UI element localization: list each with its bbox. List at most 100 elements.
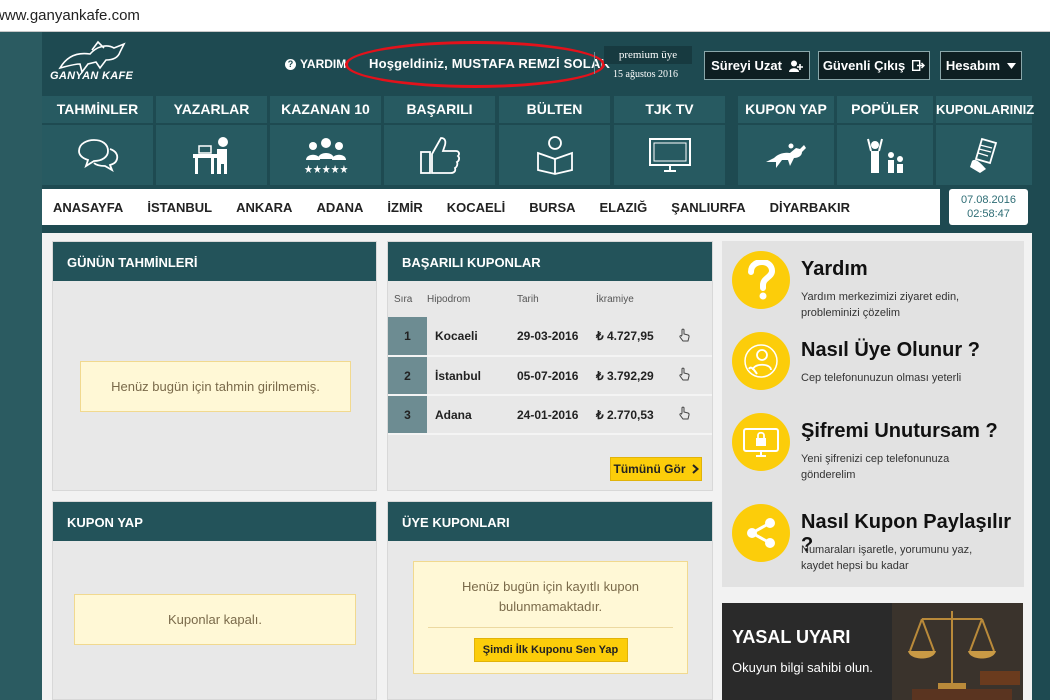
- tarih-cell: 05-07-2016: [517, 356, 596, 396]
- sidebar-item-sifre[interactable]: Şifremi Unutursam ? Yeni şifrenizi cep t…: [732, 413, 1022, 493]
- pointer-hand-icon[interactable]: [678, 356, 712, 396]
- divider: [594, 52, 595, 74]
- rank-cell: 1: [388, 317, 427, 357]
- tv-icon: [614, 125, 725, 185]
- nav-label: KAZANAN 10: [270, 96, 381, 123]
- panel-title: KUPON YAP: [53, 502, 376, 541]
- ikramiye-cell: ₺ 2.770,53: [596, 395, 678, 435]
- first-coupon-button[interactable]: Şimdi İlk Kuponu Sen Yap: [473, 638, 628, 662]
- see-all-button[interactable]: Tümünü Gör: [610, 457, 702, 481]
- nav-label: TJK TV: [614, 96, 725, 123]
- panel-title: BAŞARILI KUPONLAR: [388, 242, 712, 281]
- account-dropdown[interactable]: Hesabım: [940, 51, 1022, 80]
- extend-button[interactable]: Süreyi Uzat: [704, 51, 810, 80]
- nav-tjktv[interactable]: TJK TV: [614, 96, 725, 185]
- nav-label: POPÜLER: [837, 96, 933, 123]
- sidebar-title: Nasıl Üye Olunur ?: [801, 339, 980, 361]
- account-label: Hesabım: [945, 58, 1001, 73]
- sidebar-item-yardim[interactable]: Yardım Yardım merkezimizi ziyaret edin, p…: [732, 251, 1022, 331]
- nav-kuponlariniz[interactable]: KUPONLARINIZ: [936, 96, 1034, 185]
- table-row[interactable]: 1 Kocaeli 29-03-2016 ₺ 4.727,95: [388, 317, 712, 357]
- speech-bubbles-icon: [42, 125, 153, 185]
- reading-person-icon: [499, 125, 610, 185]
- pointer-hand-icon[interactable]: [678, 395, 712, 435]
- page: GANYAN KAFE ? YARDIM Hoşgeldiniz, MUSTAFA…: [0, 32, 1050, 700]
- svg-text:★★★★★: ★★★★★: [304, 163, 348, 175]
- thumbs-up-icon: [384, 125, 495, 185]
- nav-label: TAHMİNLER: [42, 96, 153, 123]
- city-link[interactable]: İZMİR: [387, 200, 422, 215]
- sidebar-title: Şifremi Unutursam ?: [801, 420, 998, 442]
- sidebar-item-paylasim[interactable]: Nasıl Kupon Paylaşılır ? Numaraları işar…: [732, 504, 1022, 584]
- main-content: GÜNÜN TAHMİNLERİ Henüz bugün için tahmin…: [42, 233, 1032, 700]
- nav-kuponyap[interactable]: KUPON YAP: [738, 96, 834, 185]
- user-add-icon: [788, 60, 803, 72]
- column-header: Hipodrom: [427, 293, 471, 305]
- nav-basarili[interactable]: BAŞARILI: [384, 96, 495, 185]
- legal-warning-banner[interactable]: YASAL UYARI Okuyun bilgi sahibi olun.: [722, 603, 1023, 700]
- panel-title: ÜYE KUPONLARI: [388, 502, 712, 541]
- chevron-right-icon: [691, 464, 699, 474]
- city-link[interactable]: ŞANLIURFA: [671, 200, 745, 215]
- city-link[interactable]: ELAZIĞ: [600, 200, 648, 215]
- sidebar-desc-line: probleminizi çözelim: [801, 307, 901, 319]
- nav-label: BÜLTEN: [499, 96, 610, 123]
- city-link[interactable]: ANASAYFA: [53, 200, 123, 215]
- premium-badge: premium üye: [604, 46, 692, 64]
- nav-kazanan10[interactable]: KAZANAN 10 ★★★★★: [270, 96, 381, 185]
- caret-down-icon: [1007, 62, 1017, 69]
- empty-notice: Henüz bugün için tahmin girilmemiş.: [80, 361, 351, 412]
- logout-icon: [912, 60, 926, 71]
- sidebar-desc-line: Yardım merkezimizi ziyaret edin,: [801, 291, 960, 303]
- current-date: 07.08.2016: [960, 194, 1017, 206]
- sidebar-desc-line: Numaraları işaretle, yorumunu yaz,: [801, 544, 973, 556]
- coupon-table: Sıra Hipodrom Tarih İkramiye 1 Kocaeli 2…: [388, 281, 712, 435]
- nav-label: KUPONLARINIZ: [936, 96, 1034, 123]
- rank-cell: 3: [388, 395, 427, 435]
- legal-text: Okuyun bilgi sahibi olun.: [732, 660, 873, 675]
- sidebar-desc-line: Cep telefonunuzun olması yeterli: [801, 372, 962, 384]
- logout-button[interactable]: Güvenli Çıkış: [818, 51, 930, 80]
- nav-populer[interactable]: POPÜLER: [837, 96, 933, 185]
- help-label: YARDIM: [300, 57, 347, 71]
- notice-line: bulunmamaktadır.: [498, 599, 603, 614]
- url-text: www.ganyankafe.com: [0, 7, 140, 24]
- column-header: İkramiye: [596, 293, 634, 305]
- pointer-hand-icon[interactable]: [678, 317, 712, 357]
- sidebar-item-uyelik[interactable]: Nasıl Üye Olunur ? Cep telefonunuzun olm…: [732, 332, 1022, 412]
- column-header: Tarih: [517, 293, 539, 305]
- datetime-box: 07.08.2016 02:58:47: [949, 189, 1028, 225]
- sidebar-desc: Yardım merkezimizi ziyaret edin, problemi…: [801, 289, 1011, 321]
- city-link[interactable]: ADANA: [316, 200, 363, 215]
- city-link[interactable]: İSTANBUL: [147, 200, 212, 215]
- lock-monitor-icon: [732, 413, 790, 471]
- hipodrom-cell: İstanbul: [427, 356, 517, 396]
- share-icon: [732, 504, 790, 562]
- help-link[interactable]: ? YARDIM: [285, 57, 346, 71]
- table-row[interactable]: 3 Adana 24-01-2016 ₺ 2.770,53: [388, 395, 712, 435]
- kupon-yap-panel: KUPON YAP Kuponlar kapalı.: [52, 501, 377, 700]
- table-row[interactable]: 2 İstanbul 05-07-2016 ₺ 3.792,29: [388, 356, 712, 396]
- table-header: Sıra Hipodrom Tarih İkramiye: [388, 281, 712, 317]
- nav-bulten[interactable]: BÜLTEN: [499, 96, 610, 185]
- nav-label: YAZARLAR: [156, 96, 267, 123]
- browser-address-bar[interactable]: www.ganyankafe.com: [0, 0, 1050, 32]
- city-link[interactable]: BURSA: [529, 200, 575, 215]
- nav-yazarlar[interactable]: YAZARLAR: [156, 96, 267, 185]
- premium-date: 15 ağustos 2016: [613, 69, 678, 80]
- coupon-hand-icon: [936, 125, 1032, 185]
- nav-tahminler[interactable]: TAHMİNLER: [42, 96, 153, 185]
- highlight-ellipse: [345, 41, 605, 88]
- sidebar-desc: Yeni şifrenizi cep telefonunuza göndereli…: [801, 451, 1011, 483]
- city-link[interactable]: KOCAELİ: [447, 200, 506, 215]
- hipodrom-cell: Adana: [427, 395, 517, 435]
- sidebar-title: Yardım: [801, 258, 868, 280]
- city-link[interactable]: ANKARA: [236, 200, 292, 215]
- group-stars-icon: ★★★★★: [270, 125, 381, 185]
- city-link[interactable]: DİYARBAKIR: [770, 200, 850, 215]
- writer-desk-icon: [156, 125, 267, 185]
- cheering-crowd-icon: [837, 125, 933, 185]
- see-all-label: Tümünü Gör: [613, 462, 686, 476]
- extend-label: Süreyi Uzat: [711, 58, 782, 73]
- notice-line: Henüz bugün için kayıtlı kupon: [461, 579, 640, 594]
